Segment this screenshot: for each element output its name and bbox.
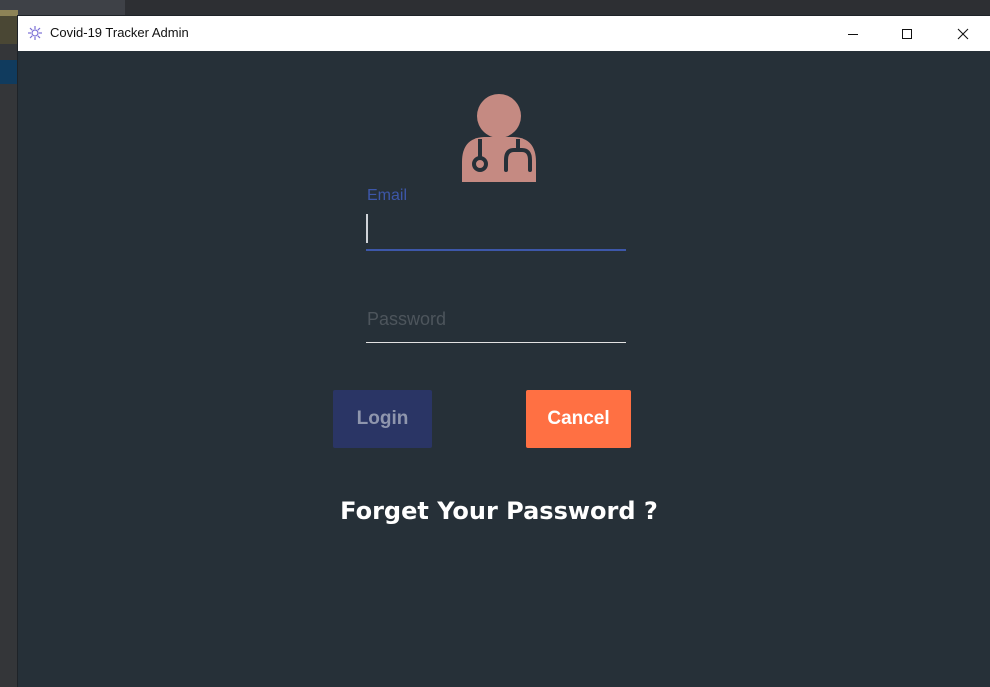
forgot-password-link[interactable]: Forget Your Password ? — [18, 497, 980, 525]
email-label: Email — [367, 187, 408, 204]
background-selection — [0, 60, 18, 84]
minimize-icon — [848, 33, 858, 35]
password-placeholder: Password — [367, 309, 447, 329]
doctor-icon — [462, 94, 536, 182]
close-button[interactable] — [936, 16, 990, 51]
background-band — [0, 16, 18, 44]
login-button[interactable]: Login — [333, 390, 432, 448]
email-field[interactable] — [366, 211, 626, 251]
window-title: Covid-19 Tracker Admin — [50, 25, 189, 40]
background-sidebar — [0, 16, 18, 687]
maximize-icon — [902, 28, 912, 39]
cancel-button[interactable]: Cancel — [526, 390, 631, 448]
minimize-button[interactable] — [826, 16, 880, 51]
background-window-strip — [0, 0, 990, 16]
title-bar[interactable]: Covid-19 Tracker Admin — [18, 16, 990, 51]
close-icon — [957, 28, 969, 39]
maximize-button[interactable] — [880, 16, 934, 51]
password-field[interactable]: Password — [366, 301, 626, 343]
login-view: Email Password Login Cancel Forget Your … — [18, 51, 990, 687]
text-caret — [366, 214, 368, 243]
app-icon — [28, 26, 42, 40]
app-window: Covid-19 Tracker Admin Email Password Lo… — [18, 16, 990, 687]
background-tab — [0, 0, 125, 16]
